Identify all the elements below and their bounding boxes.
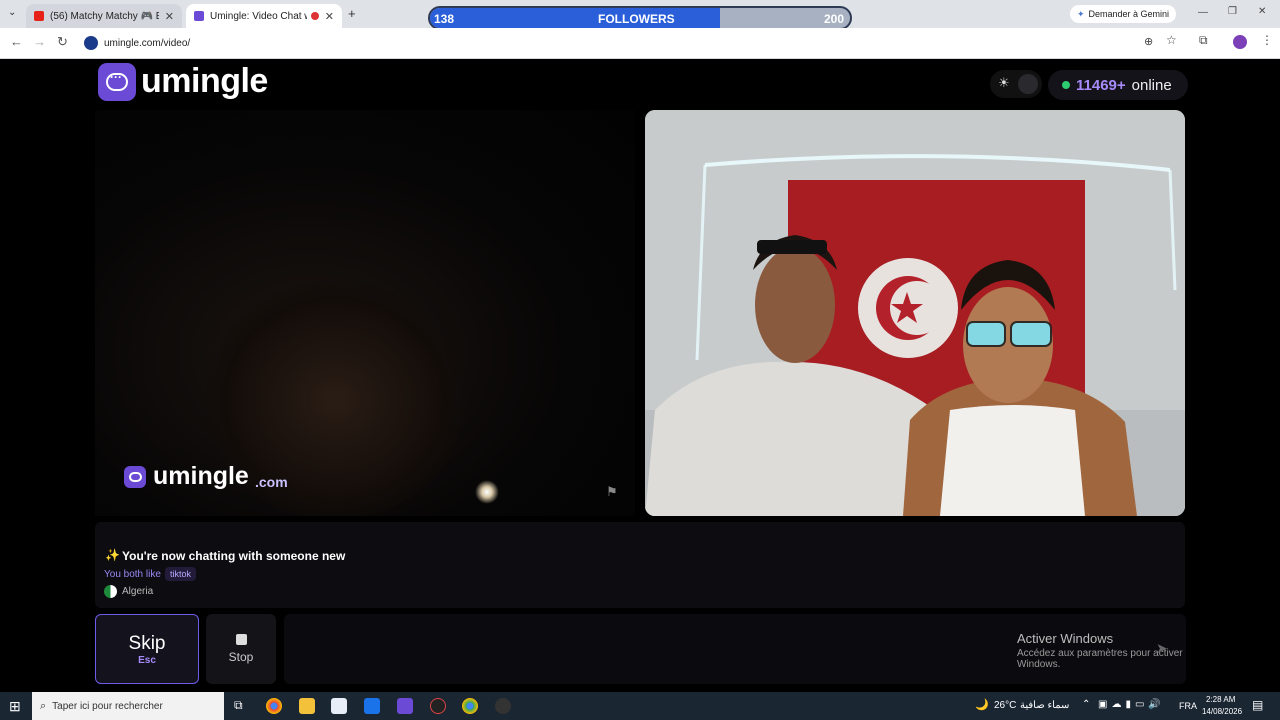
close-window-button[interactable]: ✕ bbox=[1258, 6, 1266, 17]
taskbar-search-box[interactable]: ⌕ Taper ici pour rechercher bbox=[32, 692, 224, 720]
tray-chevron-icon[interactable]: ⌃ bbox=[1082, 699, 1090, 710]
umingle-favicon-icon bbox=[194, 11, 204, 21]
watermark-text: umingle bbox=[153, 462, 249, 490]
weather-temp[interactable]: 26°C bbox=[994, 700, 1016, 711]
watermark-logo-icon bbox=[124, 466, 146, 488]
profile-avatar[interactable] bbox=[1233, 35, 1247, 49]
search-placeholder: Taper ici pour rechercher bbox=[52, 700, 163, 712]
clock-time[interactable]: 2:28 AM bbox=[1206, 695, 1235, 704]
sun-icon: ☀ bbox=[998, 75, 1010, 90]
store-icon[interactable] bbox=[331, 698, 347, 714]
online-counter: 11469+ online bbox=[1048, 70, 1188, 100]
weather-icon: 🌙 bbox=[975, 699, 989, 711]
gemini-button[interactable]: ✦ Demander à Gemini bbox=[1070, 5, 1176, 23]
new-tab-button[interactable]: + bbox=[348, 6, 356, 21]
back-icon[interactable]: ← bbox=[10, 34, 23, 49]
algeria-flag-icon bbox=[104, 585, 117, 598]
umingle-logo-text[interactable]: umingle bbox=[141, 62, 268, 101]
light-glare bbox=[475, 480, 499, 504]
stop-label: Stop bbox=[228, 650, 254, 664]
stop-square-icon bbox=[235, 634, 247, 645]
discord-icon[interactable] bbox=[397, 698, 413, 714]
skip-hint: Esc bbox=[138, 654, 156, 666]
bookmark-star-icon[interactable]: ☆ bbox=[1166, 33, 1177, 47]
followers-progress-bar: 138 FOLLOWERS 200 bbox=[428, 6, 852, 30]
minimize-button[interactable]: — bbox=[1198, 7, 1208, 18]
youtube-icon bbox=[34, 11, 44, 21]
umingle-logo-icon bbox=[98, 63, 136, 101]
self-video-scene bbox=[645, 110, 1185, 516]
url-field[interactable]: umingle.com/video/ bbox=[80, 32, 1160, 54]
followers-goal: 200 bbox=[823, 12, 844, 26]
notifications-icon[interactable]: ▤ bbox=[1252, 698, 1263, 712]
task-view-icon[interactable]: ⧉ bbox=[234, 698, 243, 713]
windows-activation-title: Activer Windows bbox=[1017, 631, 1114, 646]
gemini-icon: ✦ bbox=[1076, 8, 1085, 19]
clock-date[interactable]: 14/08/2026 bbox=[1202, 707, 1242, 716]
tab-list-chevron-icon[interactable]: ⌄ bbox=[8, 7, 16, 18]
chrome-icon[interactable] bbox=[266, 698, 282, 714]
reload-icon[interactable]: ↻ bbox=[57, 34, 68, 50]
search-icon: ⌕ bbox=[40, 699, 47, 712]
skip-label: Skip bbox=[128, 632, 166, 654]
file-explorer-icon[interactable] bbox=[299, 698, 315, 714]
chrome-profile-icon[interactable] bbox=[462, 698, 478, 714]
report-flag-icon[interactable]: ⚑ bbox=[606, 484, 618, 500]
browser-menu-icon[interactable]: ⋮ bbox=[1261, 33, 1273, 47]
toggle-knob bbox=[1018, 74, 1038, 94]
self-video bbox=[645, 110, 1185, 516]
sparkle-icon: ✨ bbox=[105, 548, 120, 562]
outlook-icon[interactable] bbox=[364, 698, 380, 714]
online-dot-icon bbox=[1062, 81, 1070, 89]
interest-tag: tiktok bbox=[165, 567, 197, 581]
zoom-icon[interactable]: ⊕ bbox=[1144, 35, 1153, 48]
followers-current: 138 bbox=[434, 12, 455, 26]
theme-toggle[interactable]: ☀ bbox=[990, 70, 1042, 98]
tab-close-icon[interactable]: ✕ bbox=[165, 10, 174, 23]
followers-progress-fill bbox=[430, 8, 720, 28]
online-count: 11469+ bbox=[1076, 76, 1126, 94]
message-input[interactable]: Activer Windows Accédez aux paramètres p… bbox=[284, 614, 1186, 684]
site-info-icon[interactable] bbox=[84, 36, 98, 50]
url-text: umingle.com/video/ bbox=[104, 37, 191, 49]
extensions-icon[interactable]: ⧉ bbox=[1199, 33, 1208, 48]
online-label: online bbox=[1131, 76, 1172, 94]
weather-desc: سماء صافية bbox=[1020, 700, 1070, 711]
media-player-icon[interactable] bbox=[495, 698, 511, 714]
tab-umingle[interactable]: Umingle: Video Chat with S ✕ bbox=[186, 4, 342, 28]
common-interest-label: You both like bbox=[104, 569, 161, 580]
tab-close-icon[interactable]: ✕ bbox=[325, 10, 334, 23]
tab-title: (56) Matchy Matchy 🎮 Ep 93 \ bbox=[50, 10, 159, 22]
obs-icon[interactable] bbox=[430, 698, 446, 714]
country-label: Algeria bbox=[122, 586, 154, 597]
watermark-suffix: .com bbox=[255, 474, 288, 490]
skip-button[interactable]: Skip Esc bbox=[95, 614, 199, 684]
send-icon[interactable]: ➤ bbox=[1156, 640, 1168, 657]
chat-status: You're now chatting with someone new bbox=[122, 549, 346, 563]
gemini-button-label: Demander à Gemini bbox=[1088, 9, 1170, 19]
forward-icon[interactable]: → bbox=[33, 34, 46, 49]
stop-button[interactable]: Stop bbox=[206, 614, 276, 684]
windows-start-icon[interactable]: ⊞ bbox=[9, 698, 21, 715]
stranger-video: umingle .com ⚑ bbox=[95, 110, 635, 516]
recording-icon bbox=[310, 12, 319, 20]
language-indicator[interactable]: FRA bbox=[1179, 701, 1197, 711]
chat-panel: ✨ You're now chatting with someone new Y… bbox=[95, 522, 1185, 608]
tray-icons[interactable]: ▣☁▮▭🔊 bbox=[1098, 699, 1165, 710]
tab-matchy[interactable]: (56) Matchy Matchy 🎮 Ep 93 \ ✕ bbox=[26, 4, 182, 28]
followers-label: FOLLOWERS bbox=[598, 12, 675, 26]
tab-title: Umingle: Video Chat with S bbox=[210, 10, 307, 22]
maximize-button[interactable]: ❐ bbox=[1228, 6, 1237, 17]
